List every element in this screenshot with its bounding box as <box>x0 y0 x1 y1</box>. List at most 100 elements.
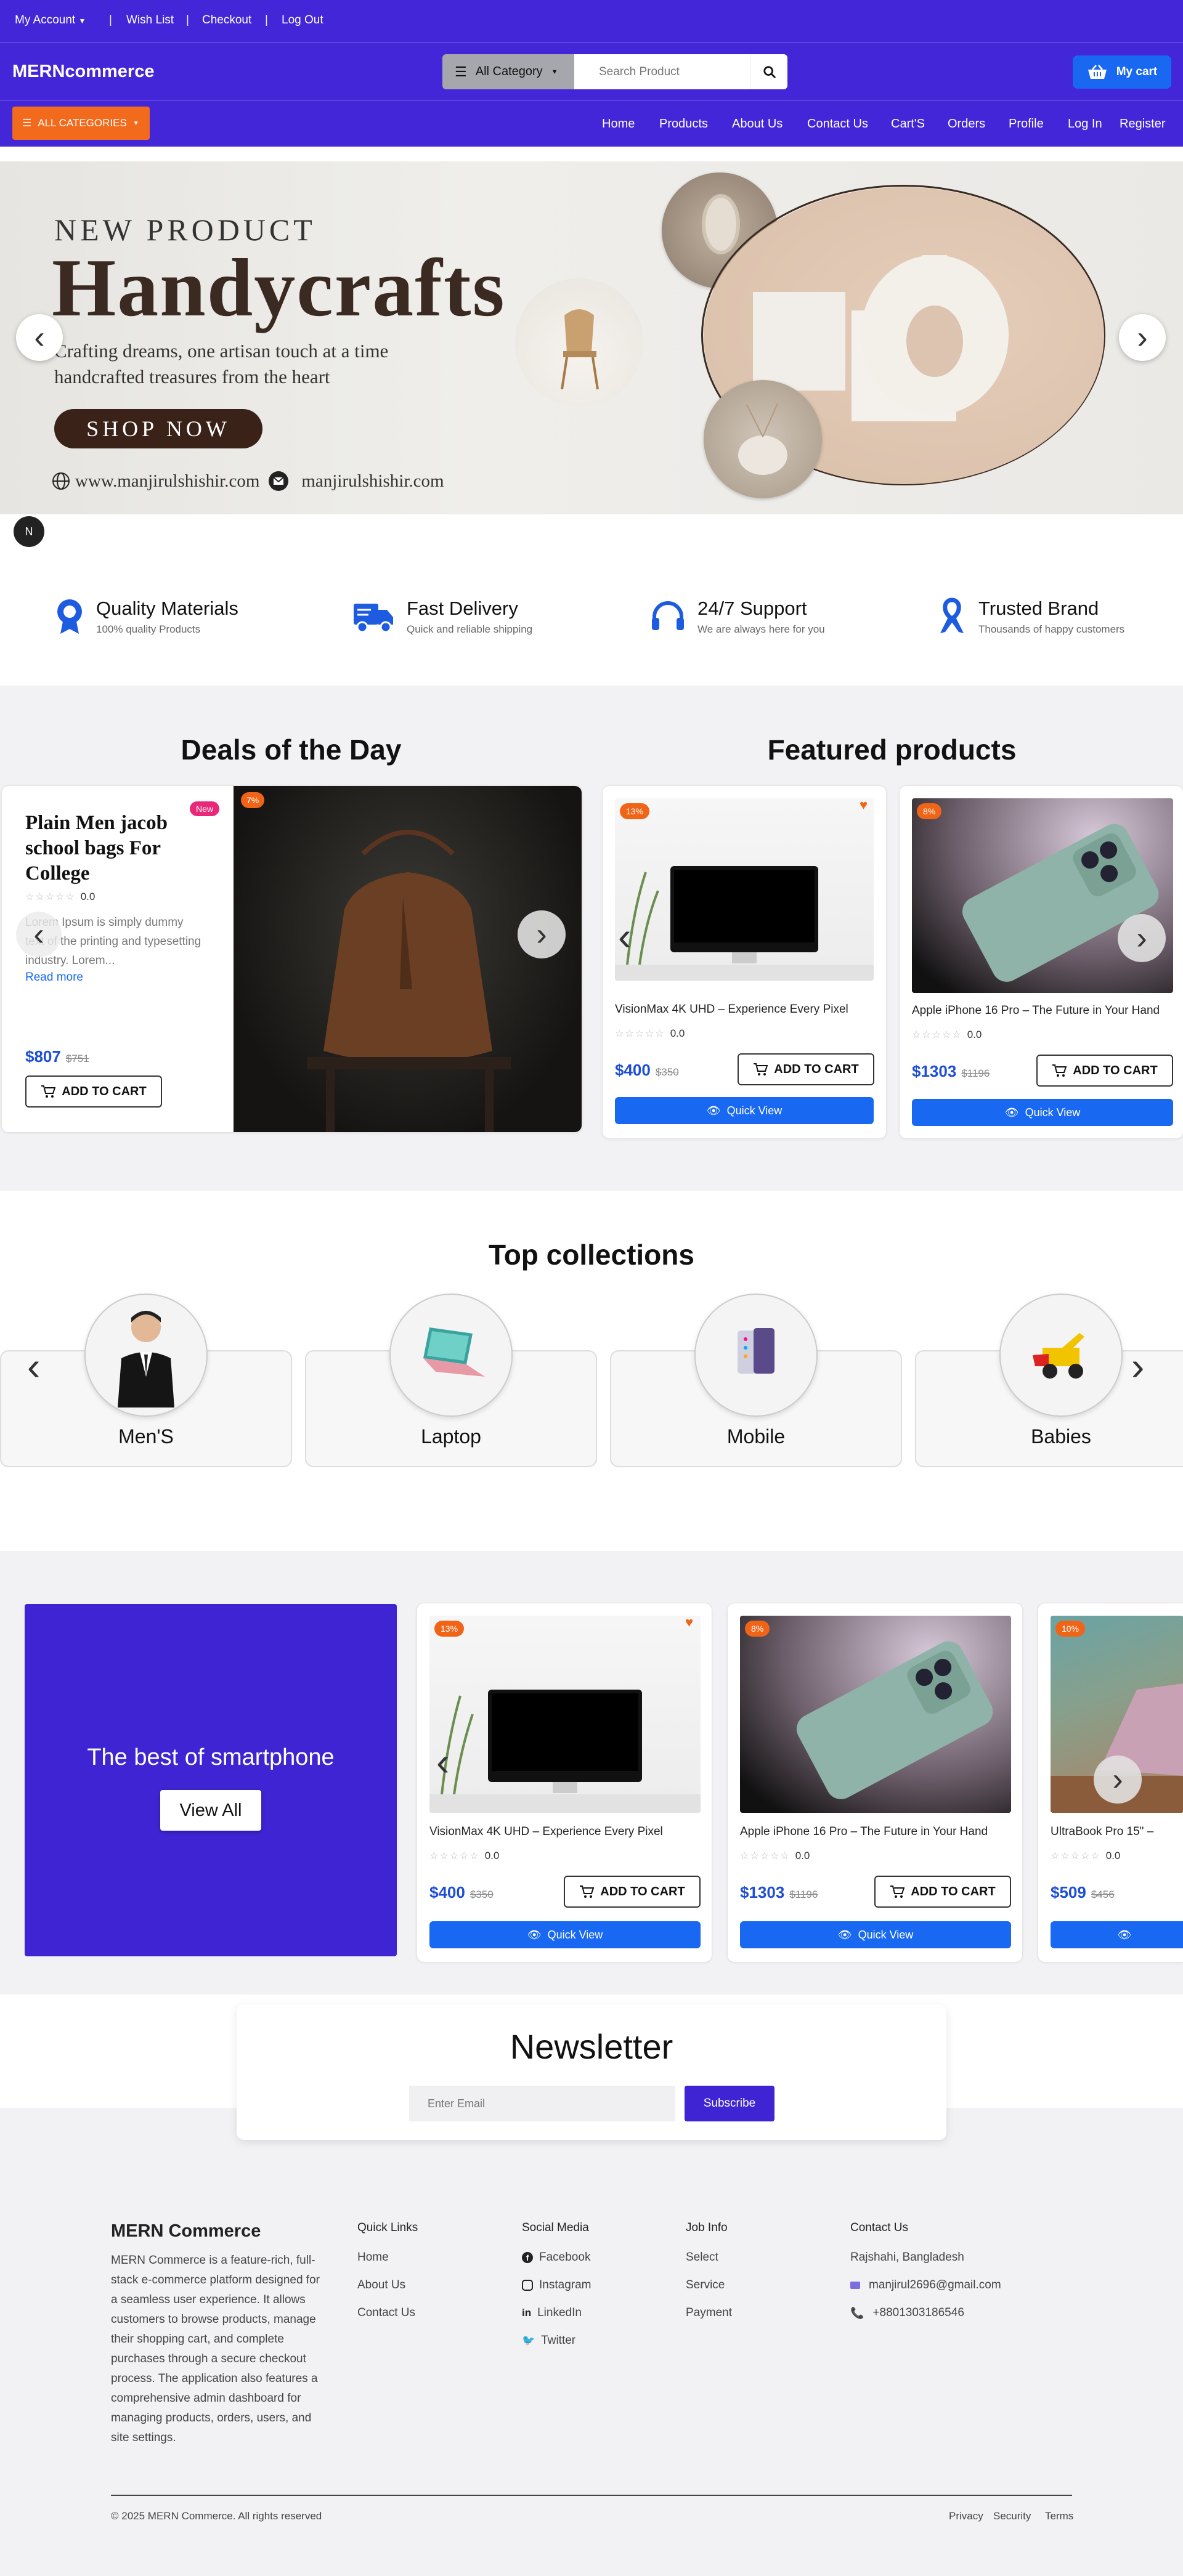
babies-image[interactable] <box>999 1294 1123 1417</box>
mobile-image[interactable] <box>694 1294 818 1417</box>
nav-about[interactable]: About Us <box>732 117 783 131</box>
cart-button[interactable]: My cart <box>1073 55 1171 89</box>
nav-login[interactable]: Log In <box>1068 117 1102 131</box>
product-title[interactable]: VisionMax 4K UHD – Experience Every Pixe… <box>429 1825 663 1839</box>
search-button[interactable] <box>750 54 787 89</box>
shop-now-button[interactable]: SHOP NOW <box>54 409 262 448</box>
nav-products[interactable]: Products <box>659 117 708 131</box>
chevron-right-icon: › <box>1112 1762 1123 1797</box>
feature-subtitle: We are always here for you <box>697 623 825 635</box>
product-card[interactable]: 8% Apple iPhone 16 Pro – The Future in Y… <box>727 1603 1023 1962</box>
quick-view-button[interactable]: 👁 Quick View <box>615 1097 874 1124</box>
footer-email[interactable]: manjirul2696@gmail.com <box>850 2278 1001 2292</box>
newsletter-card: Newsletter Subscribe <box>237 2004 946 2140</box>
quick-view-button[interactable]: 👁 <box>1051 1921 1183 1948</box>
nav-carts[interactable]: Cart'S <box>891 117 925 131</box>
featured-prev-button[interactable]: ‹ <box>618 917 631 956</box>
footer-security[interactable]: Security <box>993 2510 1031 2522</box>
footer-privacy[interactable]: Privacy <box>949 2510 983 2522</box>
newsletter-email-input[interactable] <box>409 2086 675 2121</box>
all-categories-button[interactable]: ☰ ALL CATEGORIES ▼ <box>12 107 150 140</box>
chevron-left-icon: ‹ <box>618 914 632 958</box>
product-card[interactable]: 13% ♥ VisionMax 4K UHD – Experience Ever… <box>417 1603 712 1962</box>
social-label: Facebook <box>539 2251 591 2264</box>
smartphone-prev-button[interactable]: ‹ <box>436 1742 449 1781</box>
nav-home[interactable]: Home <box>602 117 635 131</box>
discount-badge: 8% <box>917 803 942 819</box>
eye-icon: 👁 <box>837 1928 852 1941</box>
social-facebook[interactable]: f Facebook <box>522 2251 590 2264</box>
collections-prev-button[interactable]: ‹ <box>27 1347 40 1386</box>
footer-link-home[interactable]: Home <box>357 2251 389 2264</box>
category-select[interactable]: ☰ All Category ▼ <box>442 54 574 89</box>
read-more-link[interactable]: Read more <box>25 971 83 984</box>
smartphone-next-button[interactable]: › <box>1094 1756 1142 1804</box>
all-categories-label: ALL CATEGORIES <box>38 117 127 129</box>
add-to-cart-label: ADD TO CART <box>774 1062 859 1076</box>
footer-phone[interactable]: 📞 +8801303186546 <box>850 2306 964 2320</box>
next-badge[interactable]: N <box>14 516 44 547</box>
featured-heading: Featured products <box>767 734 1017 766</box>
chair-image <box>515 278 643 407</box>
footer-brand: MERN Commerce <box>111 2221 261 2241</box>
quick-view-button[interactable]: 👁 Quick View <box>740 1921 1011 1948</box>
wishlist-link[interactable]: Wish List <box>126 14 174 27</box>
quick-view-button[interactable]: 👁 Quick View <box>429 1921 701 1948</box>
product-title[interactable]: UltraBook Pro 15" – <box>1051 1825 1153 1839</box>
mens-image[interactable] <box>84 1294 208 1417</box>
product-title[interactable]: VisionMax 4K UHD – Experience Every Pixe… <box>615 1003 848 1016</box>
collection-label: Babies <box>1031 1425 1091 1448</box>
add-to-cart-button[interactable]: ADD TO CART <box>874 1876 1011 1908</box>
search-input[interactable] <box>574 54 750 89</box>
brand-logo[interactable]: MERNcommerce <box>12 62 154 82</box>
footer-link-contact[interactable]: Contact Us <box>357 2306 415 2320</box>
social-linkedin[interactable]: in LinkedIn <box>522 2306 582 2320</box>
add-to-cart-button[interactable]: ADD TO CART <box>738 1053 874 1085</box>
laptop-image[interactable] <box>389 1294 513 1417</box>
newsletter-title: Newsletter <box>510 2027 673 2066</box>
product-card[interactable]: 8% Apple iPhone 16 Pro – The Future in Y… <box>899 785 1183 1139</box>
social-instagram[interactable]: Instagram <box>522 2278 591 2292</box>
social-label: LinkedIn <box>537 2306 582 2319</box>
heart-icon[interactable]: ♥ <box>685 1614 693 1630</box>
quick-links-heading: Quick Links <box>357 2221 418 2234</box>
old-price: $350 <box>655 1066 679 1078</box>
social-twitter[interactable]: 🐦 Twitter <box>522 2334 575 2347</box>
heart-icon[interactable]: ♥ <box>860 797 868 813</box>
add-to-cart-button[interactable]: ADD TO CART <box>564 1876 701 1908</box>
logout-link[interactable]: Log Out <box>282 14 323 27</box>
footer-link-service[interactable]: Service <box>686 2278 725 2292</box>
deal-title[interactable]: Plain Men jacob school bags For College <box>25 811 210 886</box>
checkout-link[interactable]: Checkout <box>202 14 251 27</box>
footer-link-payment[interactable]: Payment <box>686 2306 732 2320</box>
add-to-cart-button[interactable]: ADD TO CART <box>25 1075 162 1108</box>
product-title[interactable]: Apple iPhone 16 Pro – The Future in Your… <box>912 1004 1160 1018</box>
deal-prev-button[interactable]: ‹ <box>16 912 62 957</box>
footer-terms[interactable]: Terms <box>1045 2510 1073 2522</box>
deal-next-button[interactable]: › <box>518 910 566 958</box>
nav-profile[interactable]: Profile <box>1009 117 1044 131</box>
nav-register[interactable]: Register <box>1120 117 1165 131</box>
old-price: $751 <box>65 1053 89 1064</box>
hero-prev-button[interactable]: ‹ <box>16 314 63 361</box>
nav-orders[interactable]: Orders <box>948 117 985 131</box>
featured-next-button[interactable]: › <box>1118 914 1166 962</box>
footer-link-about[interactable]: About Us <box>357 2278 405 2292</box>
view-all-button[interactable]: View All <box>160 1790 261 1831</box>
rating-stars: ☆☆☆☆☆ 0.0 <box>429 1850 500 1861</box>
product-title[interactable]: Apple iPhone 16 Pro – The Future in Your… <box>740 1825 988 1839</box>
add-to-cart-button[interactable]: ADD TO CART <box>1036 1055 1173 1087</box>
hero-banner[interactable]: NEW PRODUCT Handycrafts Crafting dreams,… <box>0 161 1183 514</box>
phone-icon: 📞 <box>850 2306 864 2319</box>
product-card[interactable]: 13% ♥ VisionMax 4K UHD – Experience Ever… <box>602 785 887 1139</box>
feature-trusted: Trusted Brand Thousands of happy customer… <box>937 597 1124 636</box>
quick-view-button[interactable]: 👁 Quick View <box>912 1099 1173 1126</box>
subscribe-button[interactable]: Subscribe <box>685 2086 774 2121</box>
nav-contact[interactable]: Contact Us <box>807 117 868 131</box>
footer-link-select[interactable]: Select <box>686 2251 718 2264</box>
hero-next-button[interactable]: › <box>1119 314 1166 361</box>
rating-value: 0.0 <box>484 1850 500 1861</box>
feature-delivery: Fast Delivery Quick and reliable shipping <box>351 597 532 636</box>
my-account-dropdown[interactable]: My Account ▼ <box>15 14 86 27</box>
collections-next-button[interactable]: › <box>1131 1347 1144 1386</box>
